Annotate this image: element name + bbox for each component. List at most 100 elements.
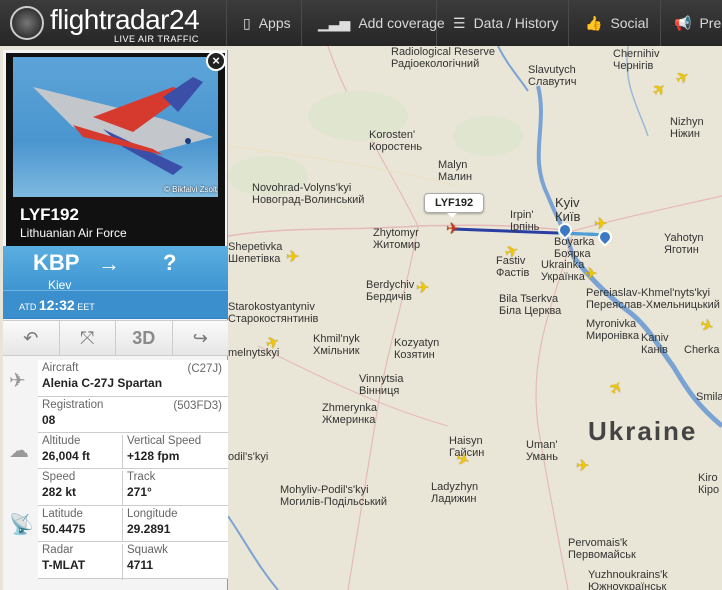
view-3d-button[interactable]: 3D xyxy=(116,321,173,355)
city-malyn: Malyn Малин xyxy=(438,159,473,183)
aircraft-value: Alenia C-27J Spartan xyxy=(42,376,163,390)
nav-add-coverage-label: Add coverage xyxy=(358,15,445,31)
squawk-label: Squawk xyxy=(127,544,168,556)
atd-label: ATD xyxy=(19,302,37,312)
airline-name: Lithuanian Air Force xyxy=(20,226,127,240)
nav-add-coverage[interactable]: ▁▃▅ Add coverage xyxy=(318,0,445,46)
radar-value: T-MLAT xyxy=(42,558,86,572)
vspeed-value: +128 fpm xyxy=(127,449,180,463)
thumbs-up-icon: 👍 xyxy=(585,14,603,31)
atd-zone: EET xyxy=(77,302,95,312)
city-irpin: Irpin' Ірпінь xyxy=(510,209,540,233)
cloud-icon: ☁ xyxy=(9,440,29,462)
city-cherkasy: Cherka xyxy=(684,344,720,356)
city-yuzhnoukrainsk: Yuzhnoukrains'k Южноукраїнськ xyxy=(588,569,668,590)
top-navigation-bar: flightradar24 LIVE AIR TRAFFIC ▯ Apps ▁▃▅… xyxy=(0,0,722,46)
radar-dish-icon: 📡 xyxy=(9,514,34,536)
view-3d-label: 3D xyxy=(132,328,156,348)
city-kyiv: Kyiv Київ xyxy=(555,195,581,224)
flight-callout[interactable]: LYF192 xyxy=(424,193,485,218)
aircraft-icon[interactable]: ✈ xyxy=(286,247,299,267)
longitude-value: 29.2891 xyxy=(127,522,171,536)
brand-name: flightradar24 xyxy=(50,4,200,35)
radar-label: Radar xyxy=(42,544,74,556)
reserve-label: Radiological Reserve Радіоекологічний xyxy=(391,46,495,70)
nav-social[interactable]: 👍 Social xyxy=(585,0,649,46)
country-label: Ukraine xyxy=(588,416,698,446)
aircraft-icon[interactable]: ✈ xyxy=(576,456,589,476)
share-button[interactable]: ↪ xyxy=(172,321,228,355)
altitude-row: Altitude 26,004 ft Vertical Speed +128 f… xyxy=(38,433,228,470)
flightradar24-logo[interactable]: flightradar24 LIVE AIR TRAFFIC xyxy=(10,4,210,44)
phone-icon: ▯ xyxy=(243,14,251,31)
city-starokostiantyniv: Starokostyantyniv Старокостянтинів xyxy=(228,301,319,325)
position-row: Latitude 50.4475 Longitude 29.2891 xyxy=(38,506,228,543)
photo-credit[interactable]: © Bikfalvi Zsolt xyxy=(164,185,217,194)
map-canvas[interactable]: Radiological Reserve Радіоекологічний Che… xyxy=(228,46,722,590)
latitude-label: Latitude xyxy=(42,508,83,520)
radar-logo-icon xyxy=(10,6,44,40)
flight-toolbar: ↶ ⤧ 3D ↪ xyxy=(3,320,228,356)
share-icon: ↪ xyxy=(192,328,208,348)
altitude-value: 26,004 ft xyxy=(42,449,91,463)
flight-info-panel: © Bikfalvi Zsolt LYF192 Lithuanian Air F… xyxy=(3,50,228,590)
show-route-button[interactable]: ↶ xyxy=(3,321,60,355)
nav-data-history[interactable]: ☰ Data / History xyxy=(453,0,558,46)
city-nizhyn: Nizhyn Ніжин xyxy=(670,116,704,140)
aircraft-row: Aircraft Alenia C-27J Spartan (C27J) xyxy=(38,360,228,397)
aircraft-icon[interactable]: ✈ xyxy=(584,264,597,284)
altitude-label: Altitude xyxy=(42,435,81,447)
speed-value: 282 kt xyxy=(42,485,77,499)
city-khmilnyk: Khmil'nyk Хмільник xyxy=(313,333,360,357)
speed-label: Speed xyxy=(42,471,76,483)
signal-bars-icon: ▁▃▅ xyxy=(318,14,351,31)
close-panel-button[interactable]: × xyxy=(206,51,226,71)
route-icon: ↶ xyxy=(23,328,39,348)
center-map-button[interactable]: ⤧ xyxy=(59,321,116,355)
aircraft-icon[interactable]: ✈ xyxy=(594,214,607,234)
city-ladyzhyn: Ladyzhyn Ладижин xyxy=(431,481,479,505)
city-novohrad: Novohrad-Volyns'kyi Новоград-Волинський xyxy=(252,182,365,206)
registration-row: Registration 08 (503FD3) xyxy=(38,397,228,433)
radar-row: Radar T-MLAT Squawk 4711 xyxy=(38,542,228,580)
city-podilskyi: odil's'kyi xyxy=(228,451,269,463)
speed-row: Speed 282 kt Track 271° xyxy=(38,469,228,507)
nav-press[interactable]: 📢 Pre xyxy=(674,0,721,46)
registration-label: Registration xyxy=(42,399,104,411)
nav-data-history-label: Data / History xyxy=(473,15,559,31)
city-yahotyn: Yahotyn Яготин xyxy=(664,232,704,256)
destination-code: ? xyxy=(163,250,177,275)
nav-social-label: Social xyxy=(610,15,649,31)
jet-illustration xyxy=(33,77,213,175)
city-kirovohrad: Kiro Кіро xyxy=(698,472,720,496)
city-kaniv: Kaniv Канів xyxy=(641,332,669,356)
nav-apps[interactable]: ▯ Apps xyxy=(243,0,291,46)
city-smila: Smila xyxy=(696,391,722,403)
city-berdychiv: Berdychiv Бердичів xyxy=(366,279,415,303)
city-zhytomyr: Zhytomyr Житомир xyxy=(373,227,421,251)
brand-tagline: LIVE AIR TRAFFIC xyxy=(114,34,199,44)
squawk-value: 4711 xyxy=(127,558,154,572)
city-myronivka: Myronivka Миронівка xyxy=(586,318,640,342)
flight-callsign: LYF192 xyxy=(20,205,79,224)
city-ukrainka: Ukrainka Українка xyxy=(541,259,585,283)
track-value: 271° xyxy=(127,485,152,499)
center-icon: ⤧ xyxy=(80,328,95,348)
registration-value: 08 xyxy=(42,413,56,427)
route-arrow-icon: → xyxy=(98,251,120,276)
registration-code: (503FD3) xyxy=(173,400,222,412)
megaphone-icon: 📢 xyxy=(674,14,692,31)
origin-code: KBP xyxy=(33,250,80,275)
aircraft-photo: © Bikfalvi Zsolt LYF192 Lithuanian Air F… xyxy=(6,53,225,246)
aircraft-icon[interactable]: ✈ xyxy=(416,278,429,298)
city-pereiaslav: Pereiaslav-Khmel'nyts'kyi Переяслав-Хмель… xyxy=(586,287,720,311)
city-chernihiv: Chernihiv Чернігів xyxy=(613,48,660,72)
longitude-label: Longitude xyxy=(127,508,178,520)
departure-time-bar: ATD 12:32 EET xyxy=(3,290,228,318)
aircraft-image xyxy=(13,57,218,197)
vspeed-label: Vertical Speed xyxy=(127,435,202,447)
track-label: Track xyxy=(127,471,156,483)
selected-aircraft-icon[interactable]: ✈ xyxy=(446,219,459,239)
city-shepetivka: Shepetivka Шепетівка xyxy=(228,241,283,265)
nav-press-label: Pre xyxy=(699,15,722,31)
